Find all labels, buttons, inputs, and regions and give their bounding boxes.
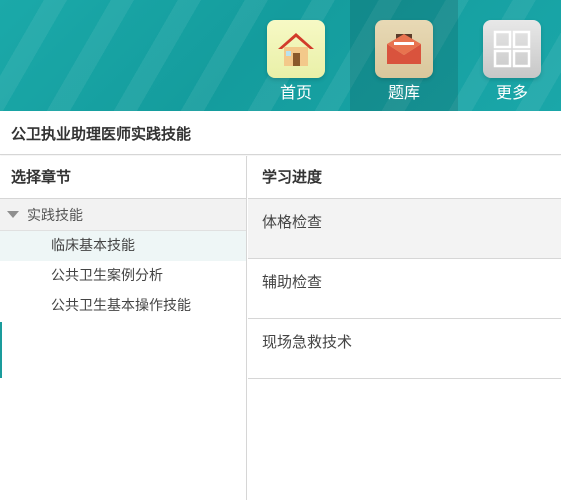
house-icon xyxy=(267,20,325,78)
chapter-item-case-analysis[interactable]: 公共卫生案例分析 xyxy=(0,261,246,291)
course-title-bar: 公卫执业助理医师实践技能 xyxy=(0,111,561,155)
nav-home-button[interactable]: 首页 xyxy=(242,0,350,111)
nav-more-label: 更多 xyxy=(495,83,528,102)
chapter-group-practice-skills[interactable]: 实践技能 xyxy=(0,199,246,231)
chapter-item-clinical-skills[interactable]: 临床基本技能 xyxy=(0,231,246,261)
caret-down-icon xyxy=(7,211,19,218)
chapter-group-label: 实践技能 xyxy=(27,207,83,224)
progress-pane-header: 学习进度 xyxy=(248,156,561,199)
nav-more-button[interactable]: 更多 xyxy=(458,0,561,111)
course-title: 公卫执业助理医师实践技能 xyxy=(11,125,192,143)
nav-home-label: 首页 xyxy=(279,83,312,102)
nav-question-bank-label: 题库 xyxy=(387,83,420,102)
grid-icon xyxy=(483,20,541,78)
nav-question-bank-button[interactable]: 题库 xyxy=(350,0,458,111)
chapter-pane-header: 选择章节 xyxy=(0,156,246,199)
chapter-pane: 选择章节 实践技能 临床基本技能 公共卫生案例分析 公共卫生基本操作技能 xyxy=(0,156,247,500)
chapter-item-basic-operations[interactable]: 公共卫生基本操作技能 xyxy=(0,291,246,321)
scroll-indicator xyxy=(0,322,2,378)
top-header: 首页 题库 更多 xyxy=(0,0,561,111)
mail-icon xyxy=(375,20,433,78)
progress-pane: 学习进度 体格检查 辅助检查 现场急救技术 xyxy=(248,156,561,500)
progress-item-first-aid[interactable]: 现场急救技术 xyxy=(248,319,561,379)
progress-item-physical-exam[interactable]: 体格检查 xyxy=(248,199,561,259)
progress-item-auxiliary-exam[interactable]: 辅助检查 xyxy=(248,259,561,319)
